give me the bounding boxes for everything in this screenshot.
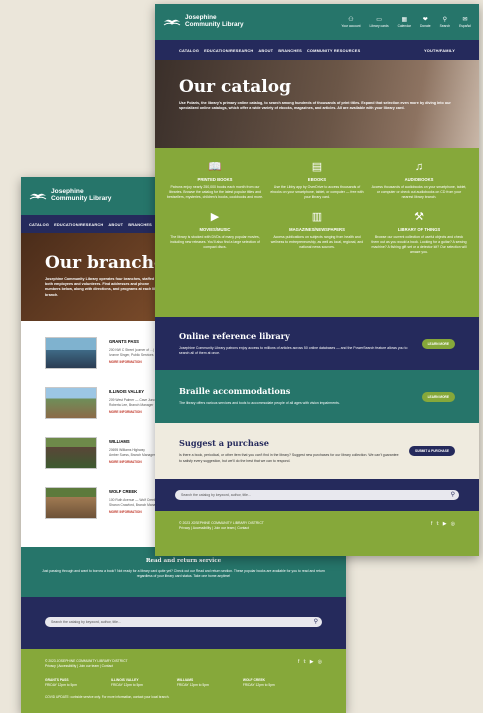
footer-links[interactable]: Privacy | Accessibility | Join our team … <box>45 664 128 669</box>
covid-notice: COVID UPDATE: curbside service only. For… <box>45 694 170 699</box>
footer-links[interactable]: Privacy | Accessibility | Join our team … <box>179 526 264 531</box>
nav-branches[interactable]: BRANCHES <box>128 222 152 227</box>
calendar-link[interactable]: ▦ Calendar <box>398 17 411 28</box>
nav-catalog[interactable]: CATALOG <box>179 48 199 53</box>
search-icon[interactable]: ⚲ <box>451 491 455 498</box>
braille-band: Braille accommodations The library offers… <box>155 370 479 423</box>
things-icon: ⚒ <box>414 211 424 224</box>
book-icon: 📖 <box>208 161 222 173</box>
submit-purchase-button[interactable]: SUBMIT A PURCHASE <box>409 446 455 456</box>
social-links: f 𝕥 ▶ ◎ <box>298 659 322 669</box>
site-footer: © 2023 JOSEPHINE COMMUNITY LIBRARY DISTR… <box>21 649 346 713</box>
search-icon: ⚲ <box>442 16 448 23</box>
nav-branches[interactable]: BRANCHES <box>278 48 302 53</box>
library-cards-link[interactable]: ▭ Library cards <box>370 17 389 28</box>
branch-hours: GRANTS PASS FRIDAY 12pm to 5pm ILLINOIS V… <box>45 677 275 687</box>
reference-band: Online reference library Josephine Commun… <box>155 317 479 370</box>
search-band: Search the catalog by keyword, author, t… <box>155 479 479 511</box>
search-link[interactable]: ⚲ Search <box>440 17 450 28</box>
site-footer: © 2023 JOSEPHINE COMMUNITY LIBRARY DISTR… <box>155 511 479 556</box>
nav-education[interactable]: EDUCATION/RESEARCH <box>54 222 103 227</box>
page-title: Our catalog <box>179 77 291 97</box>
instagram-icon[interactable]: ◎ <box>318 659 322 669</box>
youtube-icon[interactable]: ▶ <box>310 659 314 669</box>
reference-learn-more-button[interactable]: LEARN MORE <box>421 338 455 349</box>
hero-intro: Use Polaris, the library's primary onlin… <box>179 101 451 111</box>
catalog-hero: Our catalog Use Polaris, the library's p… <box>155 60 479 148</box>
ebook-icon: ▤ <box>311 161 323 173</box>
more-info-link[interactable]: MORE INFORMATION <box>109 510 160 514</box>
facebook-icon[interactable]: f <box>431 521 432 531</box>
social-links: f 𝕥 ▶ ◎ <box>431 521 455 531</box>
book-logo-icon <box>163 19 181 26</box>
suggest-band: Suggest a purchase Is there a book, perio… <box>155 423 479 479</box>
nav-catalog[interactable]: CATALOG <box>29 222 49 227</box>
branch-photo <box>45 487 97 519</box>
movie-icon: ▶ <box>210 211 220 224</box>
card-icon: ▭ <box>376 16 382 23</box>
site-logo[interactable]: Josephine Community Library <box>163 15 244 28</box>
search-band: Search the catalog by keyword, author, t… <box>21 597 346 649</box>
your-account-link[interactable]: ⚇ Your account <box>341 17 360 28</box>
nav-community[interactable]: COMMUNITY RESOURCES <box>307 48 360 53</box>
search-input[interactable]: Search the catalog by keyword, author, t… <box>175 490 459 500</box>
audiobooks-item[interactable]: ♫ AUDIOBOOKS Access thousands of audiobook… <box>371 160 467 200</box>
newspaper-icon: ▥ <box>311 211 323 224</box>
audiobook-icon: ♫ <box>414 161 424 173</box>
movies-music-item[interactable]: ▶ MOVIES/MUSIC The library is stocked with… <box>167 210 263 255</box>
espanol-link[interactable]: ✉ Español <box>459 17 471 28</box>
hero-intro: Josephine Community Library operates fou… <box>45 277 164 297</box>
more-info-link[interactable]: MORE INFORMATION <box>109 360 154 364</box>
instagram-icon[interactable]: ◎ <box>451 521 455 531</box>
nav-about[interactable]: ABOUT <box>108 222 123 227</box>
speech-icon: ✉ <box>462 16 468 23</box>
more-info-link[interactable]: MORE INFORMATION <box>109 460 155 464</box>
ebooks-item[interactable]: ▤ EBOOKS Use the Libby app by OverDrive to… <box>269 160 365 200</box>
nav-youth[interactable]: YOUTH/FAMILY <box>424 48 455 53</box>
site-logo[interactable]: Josephine Community Library <box>29 188 111 203</box>
twitter-icon[interactable]: 𝕥 <box>436 521 438 531</box>
catalog-types: 📖 PRINTED BOOKS Patrons enjoy nearly 250,0… <box>155 148 479 317</box>
magazines-item[interactable]: ▥ MAGAZINES/NEWSPAPERS Access publications… <box>269 210 365 255</box>
printed-books-item[interactable]: 📖 PRINTED BOOKS Patrons enjoy nearly 250,0… <box>167 160 263 200</box>
library-of-things-item[interactable]: ⚒ LIBRARY OF THINGS Browse our current col… <box>371 210 467 255</box>
catalog-page: Josephine Community Library ⚇ Your account… <box>155 4 479 556</box>
donate-link[interactable]: ❤ Donate <box>420 17 431 28</box>
calendar-icon: ▦ <box>401 16 408 23</box>
main-nav: CATALOG EDUCATION/RESEARCH ABOUT BRANCHE… <box>155 40 479 60</box>
twitter-icon[interactable]: 𝕥 <box>303 659 305 669</box>
nav-about[interactable]: ABOUT <box>258 48 273 53</box>
utility-nav: ⚇ Your account ▭ Library cards ▦ Calendar ❤… <box>341 17 471 28</box>
more-info-link[interactable]: MORE INFORMATION <box>109 410 160 414</box>
branch-photo <box>45 337 97 369</box>
braille-learn-more-button[interactable]: LEARN MORE <box>421 391 455 402</box>
branch-photo <box>45 437 97 469</box>
facebook-icon[interactable]: f <box>298 659 299 669</box>
search-input[interactable]: Search the catalog by keyword, author, t… <box>45 617 322 627</box>
branch-photo <box>45 387 97 419</box>
person-icon: ⚇ <box>348 16 354 23</box>
search-icon[interactable]: ⚲ <box>314 618 318 625</box>
site-header: Josephine Community Library ⚇ Your account… <box>155 4 479 40</box>
book-logo-icon <box>29 193 47 200</box>
nav-education[interactable]: EDUCATION/RESEARCH <box>204 48 253 53</box>
donate-icon: ❤ <box>422 16 428 23</box>
youtube-icon[interactable]: ▶ <box>443 521 447 531</box>
